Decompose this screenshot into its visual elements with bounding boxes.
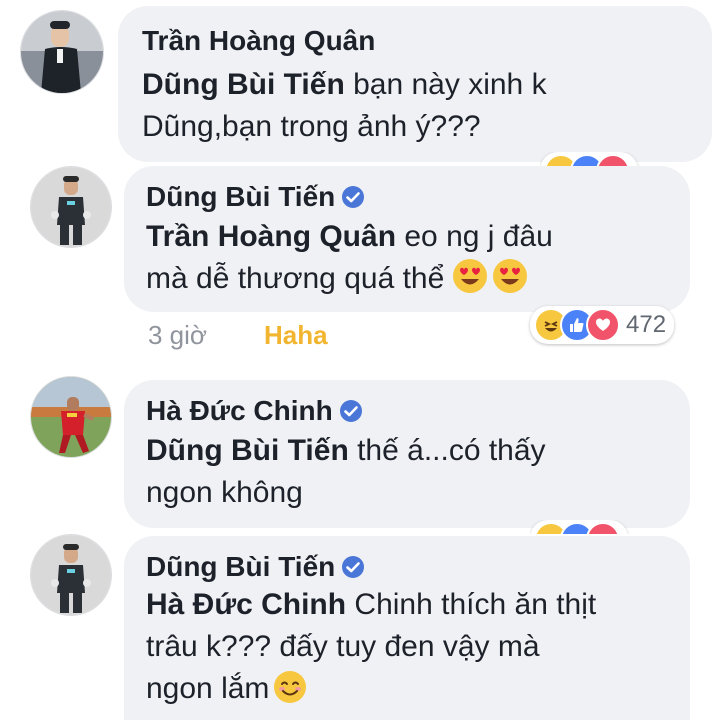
love-icon [586, 308, 620, 342]
avatar[interactable] [20, 10, 104, 94]
haha-reaction-link[interactable]: Haha [264, 320, 328, 350]
reaction-count: 472 [626, 311, 667, 338]
comment-text: Hà Đức Chinh Chinh thích ăn thịt trâu k?… [146, 584, 666, 716]
comment-text: Trần Hoàng Quân eo ng j đâu mà dễ thương… [146, 216, 666, 306]
comment-author[interactable]: Dũng Bùi Tiến [146, 550, 666, 584]
comment-text: Dũng Bùi Tiến bạn này xinh k Dũng,bạn tr… [142, 64, 686, 148]
comment-author[interactable]: Trần Hoàng Quân [142, 24, 686, 58]
heart-eyes-emoji [452, 258, 488, 306]
comment-text-line1: thế á...có thấy [348, 434, 546, 467]
comment-text-line2: ngon không [146, 476, 303, 509]
verified-badge-icon [339, 399, 363, 423]
love-icon [586, 522, 620, 534]
comment-text: Dũng Bùi Tiến thế á...có thấy ngon không [146, 430, 666, 514]
reactions-summary-clipped[interactable] [530, 520, 686, 534]
avatar[interactable] [30, 166, 112, 248]
author-name[interactable]: Hà Đức Chinh [146, 394, 333, 428]
heart-eyes-emoji [492, 258, 528, 306]
mention-tag[interactable]: Hà Đức Chinh [146, 588, 346, 621]
comment-bubble: Dũng Bùi Tiến Trần Hoàng Quân eo ng j đâ… [124, 166, 690, 312]
comment-bubble: Trần Hoàng Quân Dũng Bùi Tiến bạn này xi… [118, 6, 712, 162]
verified-badge-icon [341, 185, 365, 209]
comment-text-line2: Dũng,bạn trong ảnh ý??? [142, 110, 481, 143]
love-icon [596, 154, 630, 166]
author-name[interactable]: Trần Hoàng Quân [142, 24, 375, 58]
comment-author[interactable]: Dũng Bùi Tiến [146, 180, 666, 214]
verified-badge-icon [341, 555, 365, 579]
comment-text-line3: ngon lắm [146, 672, 270, 705]
comment-text-line2: mà dễ thương quá thể [146, 262, 445, 295]
comment-text-line1: Chinh thích ăn thịt [346, 588, 597, 621]
comment-text-line1: bạn này xinh k [344, 68, 547, 101]
author-name[interactable]: Dũng Bùi Tiến [146, 180, 335, 214]
reactions-summary[interactable]: 472 [530, 306, 675, 344]
mention-tag[interactable]: Dũng Bùi Tiến [142, 68, 345, 101]
avatar[interactable] [30, 534, 112, 616]
mention-tag[interactable]: Trần Hoàng Quân [146, 220, 396, 253]
author-name[interactable]: Dũng Bùi Tiến [146, 550, 335, 584]
comment-timestamp[interactable]: 3 giờ [148, 320, 207, 350]
comment-text-line2: trâu k??? đấy tuy đen vậy mà [146, 630, 540, 663]
comment-bubble: Dũng Bùi Tiến Hà Đức Chinh Chinh thích ă… [124, 536, 690, 720]
smiling-face-emoji [273, 670, 307, 716]
reactions-summary-clipped[interactable] [540, 152, 690, 166]
mention-tag[interactable]: Dũng Bùi Tiến [146, 434, 349, 467]
comment-bubble: Hà Đức Chinh Dũng Bùi Tiến thế á...có th… [124, 380, 690, 528]
comment-text-line1: eo ng j đâu [396, 220, 553, 253]
avatar[interactable] [30, 376, 112, 458]
comment-author[interactable]: Hà Đức Chinh [146, 394, 666, 428]
